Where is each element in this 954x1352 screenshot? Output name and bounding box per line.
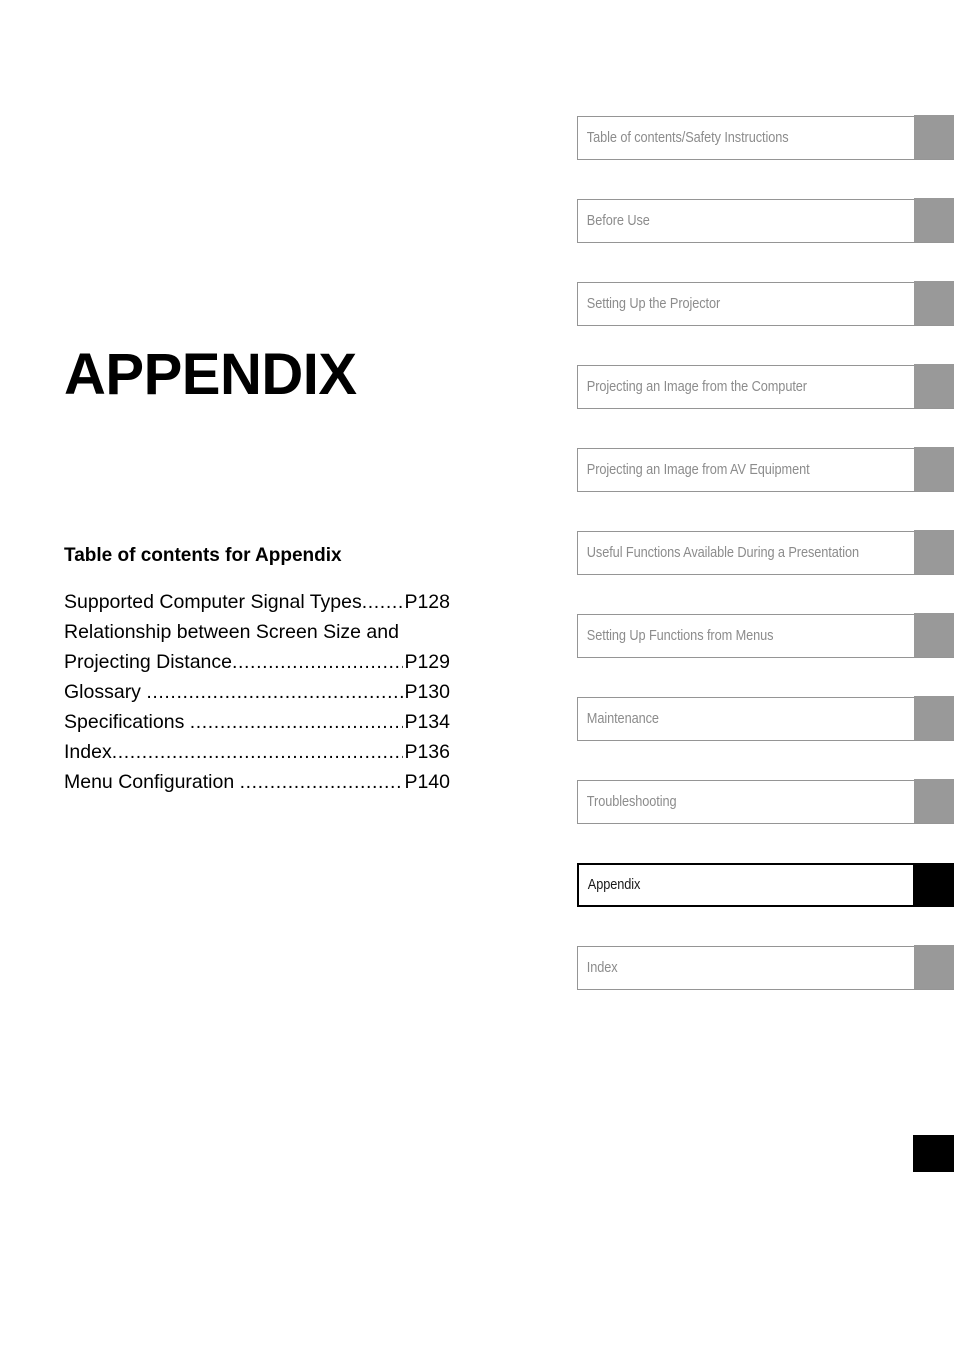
chapter-tab-edge-marker — [913, 613, 954, 658]
page-title: APPENDIX — [64, 342, 357, 407]
toc-leader-dots: ................................... — [232, 650, 403, 673]
chapter-tab-label: Projecting an Image from AV Equipment — [586, 462, 810, 478]
chapter-tab-edge-marker — [913, 696, 954, 741]
manual-page: APPENDIX Table of contents for Appendix … — [0, 0, 954, 1352]
toc-heading: Table of contents for Appendix — [64, 545, 342, 566]
chapter-tab-label: Appendix — [587, 877, 641, 893]
toc-entry-row: Glossary ...............................… — [64, 678, 450, 708]
chapter-tab-edge-marker — [913, 281, 954, 326]
left-content-column: APPENDIX Table of contents for Appendix … — [64, 0, 464, 1352]
toc-entry[interactable]: Supported Computer Signal Types.........… — [64, 588, 450, 618]
chapter-tab-rail: Table of contents/Safety Instructions Bef… — [577, 115, 954, 1029]
toc-entry-label: Specifications — [64, 710, 190, 733]
chapter-tab-useful-functions-available-during-a-presentation[interactable]: Useful Functions Available During a Pres… — [577, 530, 954, 575]
toc-entry-row: Index...................................… — [64, 738, 450, 768]
chapter-tab-setting-up-the-projector[interactable]: Setting Up the Projector — [577, 281, 954, 326]
chapter-tab-edge-marker — [913, 447, 954, 492]
toc-page-number: P140 — [404, 770, 450, 793]
toc-entry-row: Projecting Distance.....................… — [64, 648, 450, 678]
toc-page-number: P130 — [404, 680, 450, 703]
toc-entry-label: Index — [64, 740, 112, 763]
chapter-tab-edge-marker — [913, 198, 954, 243]
chapter-tab-label: Index — [586, 960, 618, 976]
toc-leader-dots: ........................................… — [146, 680, 404, 703]
toc-leader-dots: ............ — [361, 591, 404, 613]
chapter-tab-setting-up-functions-from-menus[interactable]: Setting Up Functions from Menus — [577, 613, 954, 658]
chapter-tab-appendix[interactable]: Appendix — [577, 862, 954, 907]
chapter-tab-projecting-an-image-from-the-computer[interactable]: Projecting an Image from the Computer — [577, 364, 954, 409]
chapter-tab-label: Table of contents/Safety Instructions — [586, 130, 789, 146]
toc-entry-label: Projecting Distance — [64, 650, 232, 673]
toc-page-number: P129 — [404, 650, 450, 673]
chapter-tab-table-of-contents-safety-instructions[interactable]: Table of contents/Safety Instructions — [577, 115, 954, 160]
toc-entry-label: Glossary — [64, 680, 147, 703]
chapter-tab-edge-marker — [913, 862, 954, 907]
chapter-tab-edge-marker — [913, 779, 954, 824]
chapter-tab-label: Before Use — [586, 213, 650, 229]
toc-entry-label: Supported Computer Signal Types — [64, 591, 362, 613]
toc-entry[interactable]: Relationship between Screen Size and Proj… — [64, 618, 450, 677]
toc-leader-dots: ........................................… — [189, 710, 404, 733]
toc-page-number: P136 — [404, 740, 450, 763]
toc-page-number: P134 — [404, 710, 450, 733]
thumb-index-mark — [913, 1135, 954, 1172]
toc-entry[interactable]: Index...................................… — [64, 738, 450, 768]
toc-entry-row: Menu Configuration .....................… — [64, 768, 450, 798]
chapter-tab-label: Useful Functions Available During a Pres… — [586, 545, 859, 561]
toc-entry-label-line1: Relationship between Screen Size and — [64, 621, 399, 643]
chapter-tab-index[interactable]: Index — [577, 945, 954, 990]
toc-entry[interactable]: Glossary ...............................… — [64, 678, 450, 708]
chapter-tab-projecting-an-image-from-av-equipment[interactable]: Projecting an Image from AV Equipment — [577, 447, 954, 492]
chapter-tab-label: Maintenance — [586, 711, 659, 727]
chapter-tab-before-use[interactable]: Before Use — [577, 198, 954, 243]
chapter-tab-label: Setting Up Functions from Menus — [586, 628, 774, 644]
chapter-tab-edge-marker — [913, 115, 954, 160]
chapter-tab-edge-marker — [913, 945, 954, 990]
toc-entry-label: Menu Configuration — [64, 770, 240, 793]
chapter-tab-label: Setting Up the Projector — [586, 296, 721, 312]
chapter-tab-maintenance[interactable]: Maintenance — [577, 696, 954, 741]
toc-entry[interactable]: Specifications .........................… — [64, 708, 450, 738]
chapter-tab-label: Projecting an Image from the Computer — [586, 379, 807, 395]
toc-leader-dots: .................................. — [239, 770, 404, 793]
toc-leader-dots: ........................................… — [111, 740, 404, 763]
chapter-tab-troubleshooting[interactable]: Troubleshooting — [577, 779, 954, 824]
toc-entry[interactable]: Menu Configuration .....................… — [64, 768, 450, 798]
toc-entry-row: Supported Computer Signal Types.........… — [64, 588, 450, 618]
chapter-tab-edge-marker — [913, 530, 954, 575]
chapter-tab-label: Troubleshooting — [586, 794, 677, 810]
toc-list: Supported Computer Signal Types.........… — [64, 588, 450, 798]
chapter-tab-edge-marker — [913, 364, 954, 409]
toc-entry-row: Specifications .........................… — [64, 708, 450, 738]
toc-page-number: P128 — [404, 591, 450, 613]
